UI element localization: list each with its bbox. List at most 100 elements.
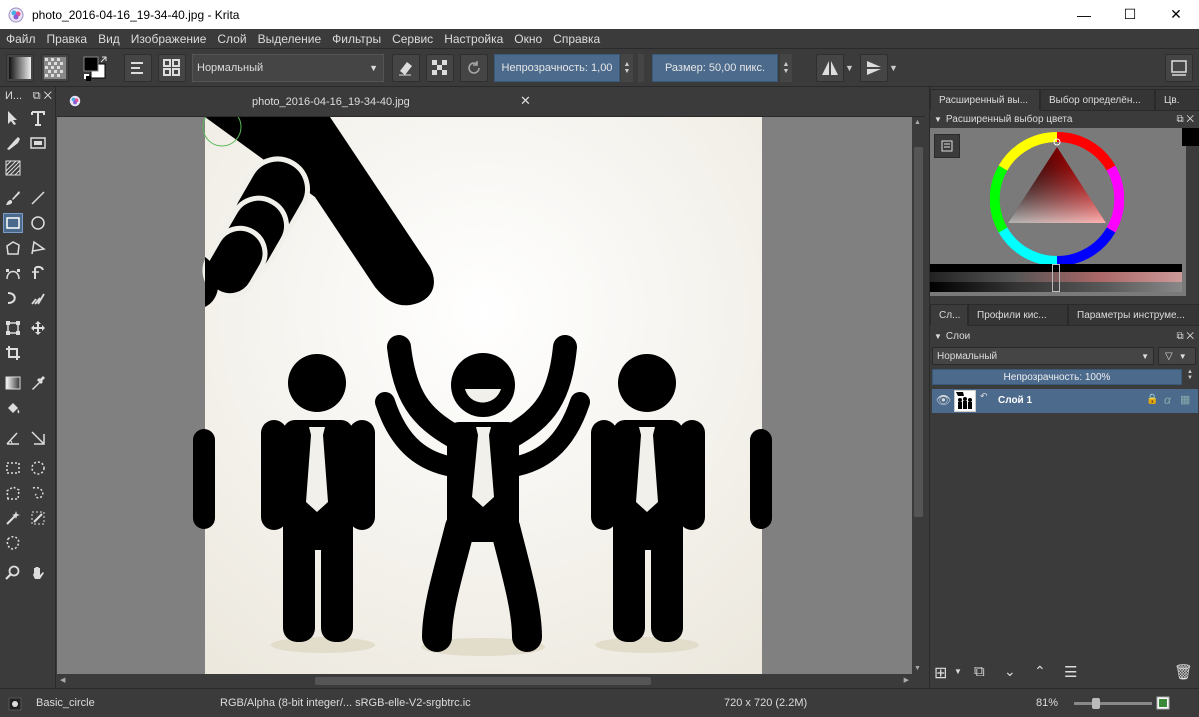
polygonal-selection-tool[interactable] xyxy=(3,483,23,503)
minimize-button[interactable]: — xyxy=(1061,0,1107,29)
pattern-fill-tool[interactable] xyxy=(3,158,23,178)
edit-brush-settings-button[interactable] xyxy=(124,54,152,82)
size-spinner[interactable]: ▲ ▼ xyxy=(780,54,792,82)
collapse-arrow-icon[interactable]: ▼ xyxy=(934,332,942,341)
multibrush-tool[interactable] xyxy=(28,288,48,308)
polyline-tool[interactable] xyxy=(28,238,48,258)
lock-icon[interactable]: 🔒 xyxy=(1146,394,1158,405)
line-tool[interactable] xyxy=(28,188,48,208)
vertical-scroll-thumb[interactable] xyxy=(914,147,923,517)
menu-select[interactable]: Выделение xyxy=(258,32,322,46)
freehand-path-tool[interactable] xyxy=(28,263,48,283)
opacity-slider[interactable]: Непрозрачность: 1,00 xyxy=(494,54,620,82)
select-shapes-tool[interactable] xyxy=(3,108,23,128)
ellipse-tool[interactable] xyxy=(28,213,48,233)
tab-brush-presets[interactable]: Профили кис... xyxy=(968,304,1068,326)
mirror-horizontal-menu[interactable]: ▼ xyxy=(845,54,857,82)
scroll-up-icon[interactable]: ▲ xyxy=(914,119,921,126)
add-layer-icon[interactable]: ⊞ xyxy=(934,663,947,683)
duplicate-layer-icon[interactable]: ⧉ xyxy=(974,663,985,680)
assistant-tool[interactable] xyxy=(28,428,48,448)
float-close-icons[interactable]: ⧉ ✕ xyxy=(1176,331,1194,342)
zoom-slider-handle[interactable] xyxy=(1092,698,1100,709)
layer-blend-mode-select[interactable]: Нормальный ▼ xyxy=(932,347,1154,365)
freehand-selection-tool[interactable] xyxy=(28,483,48,503)
elliptical-selection-tool[interactable] xyxy=(28,458,48,478)
gradient-tool[interactable] xyxy=(3,373,23,393)
bezier-selection-tool[interactable] xyxy=(3,533,23,553)
float-close-icons[interactable]: ⧉ ✕ xyxy=(1176,114,1194,125)
calligraphy-tool[interactable] xyxy=(3,133,23,153)
tab-tool-options[interactable]: Параметры инструме... xyxy=(1068,304,1199,326)
inherit-alpha-icon[interactable]: ▦ xyxy=(1180,393,1190,406)
canvas-viewport[interactable] xyxy=(57,117,912,674)
tab-specific-color-selector[interactable]: Выбор определён... xyxy=(1040,89,1155,111)
delete-layer-icon[interactable]: 🗑 xyxy=(1174,663,1193,681)
scroll-right-icon[interactable]: ▶ xyxy=(904,676,909,684)
menu-image[interactable]: Изображение xyxy=(131,32,207,46)
status-color-space[interactable]: RGB/Alpha (8-bit integer/... sRGB-elle-V… xyxy=(220,697,471,709)
canvas-horizontal-scrollbar[interactable]: ◀ ▶ xyxy=(57,674,912,688)
fg-bg-color-selector[interactable] xyxy=(82,54,112,82)
transform-tool[interactable] xyxy=(3,318,23,338)
size-slider[interactable]: Размер: 50,00 пикс. xyxy=(652,54,778,82)
brush-presets-button[interactable] xyxy=(158,54,186,82)
layer-name[interactable]: Слой 1 xyxy=(998,395,1032,406)
scroll-down-icon[interactable]: ▼ xyxy=(914,665,921,672)
alpha-lock-icon[interactable]: α xyxy=(1164,393,1171,407)
freehand-brush-tool[interactable] xyxy=(3,188,23,208)
tab-advanced-color-selector[interactable]: Расширенный вы... xyxy=(930,89,1040,111)
chevron-down-icon[interactable]: ▼ xyxy=(954,667,962,676)
move-layer-down-icon[interactable]: ⌄ xyxy=(1004,663,1016,680)
zoom-slider[interactable] xyxy=(1074,698,1152,709)
reload-preset-button[interactable] xyxy=(460,54,488,82)
crop-tool[interactable] xyxy=(3,343,23,363)
layer-properties-icon[interactable]: ☰ xyxy=(1064,663,1077,681)
canvas-vertical-scrollbar[interactable]: ▲ ▼ xyxy=(912,117,925,674)
menu-settings[interactable]: Настройка xyxy=(444,32,503,46)
zoom-tool[interactable] xyxy=(3,563,23,583)
tab-color[interactable]: Цв. xyxy=(1155,89,1199,111)
menu-layer[interactable]: Слой xyxy=(217,32,246,46)
layer-row[interactable]: 👁 ↶ Слой 1 🔒 α ▦ xyxy=(932,389,1198,413)
menu-file[interactable]: Файл xyxy=(6,32,36,46)
polygon-tool[interactable] xyxy=(3,238,23,258)
dynamic-brush-tool[interactable] xyxy=(3,288,23,308)
hue-triangle-color-wheel[interactable] xyxy=(990,132,1124,266)
rectangular-selection-tool[interactable] xyxy=(3,458,23,478)
layer-opacity-slider[interactable]: Непрозрачность: 100% xyxy=(932,369,1182,385)
layer-filter-button[interactable]: ▽ ▼ xyxy=(1158,347,1196,365)
color-selector-area[interactable] xyxy=(930,128,1186,296)
scroll-left-icon[interactable]: ◀ xyxy=(60,676,65,684)
menu-view[interactable]: Вид xyxy=(98,32,120,46)
menu-filters[interactable]: Фильтры xyxy=(332,32,381,46)
gradient-preset-button[interactable] xyxy=(6,54,34,82)
pattern-preset-button[interactable] xyxy=(41,54,69,82)
pan-tool[interactable] xyxy=(28,563,48,583)
collapse-arrow-icon[interactable]: ▼ xyxy=(934,115,942,124)
visibility-eye-icon[interactable]: 👁 xyxy=(936,393,951,407)
menu-help[interactable]: Справка xyxy=(553,32,600,46)
fill-tool[interactable] xyxy=(3,398,23,418)
eraser-mode-button[interactable] xyxy=(392,54,420,82)
mirror-vertical-button[interactable] xyxy=(860,54,888,82)
workspace-chooser-button[interactable] xyxy=(1165,54,1193,82)
mirror-vertical-menu[interactable]: ▼ xyxy=(889,54,901,82)
measure-tool[interactable] xyxy=(3,428,23,448)
similar-color-selection-tool[interactable] xyxy=(28,508,48,528)
close-button[interactable]: ✕ xyxy=(1153,0,1199,29)
blend-mode-select[interactable]: Нормальный ▼ xyxy=(192,54,384,82)
menu-edit[interactable]: Правка xyxy=(47,32,88,46)
move-layer-up-icon[interactable]: ⌃ xyxy=(1034,663,1046,680)
edit-gradient-tool[interactable] xyxy=(28,133,48,153)
opacity-spinner[interactable]: ▲ ▼ xyxy=(621,54,633,82)
bezier-curve-tool[interactable] xyxy=(3,263,23,283)
document-tab-title[interactable]: photo_2016-04-16_19-34-40.jpg xyxy=(252,96,410,108)
horizontal-scroll-thumb[interactable] xyxy=(315,677,651,685)
mirror-horizontal-button[interactable] xyxy=(816,54,844,82)
layer-opacity-spinner[interactable]: ▲ ▼ xyxy=(1184,369,1196,385)
color-selector-settings-button[interactable] xyxy=(934,134,960,158)
canvas-only-icon[interactable] xyxy=(1156,696,1170,710)
move-tool[interactable] xyxy=(28,318,48,338)
maximize-button[interactable]: ☐ xyxy=(1107,0,1153,29)
